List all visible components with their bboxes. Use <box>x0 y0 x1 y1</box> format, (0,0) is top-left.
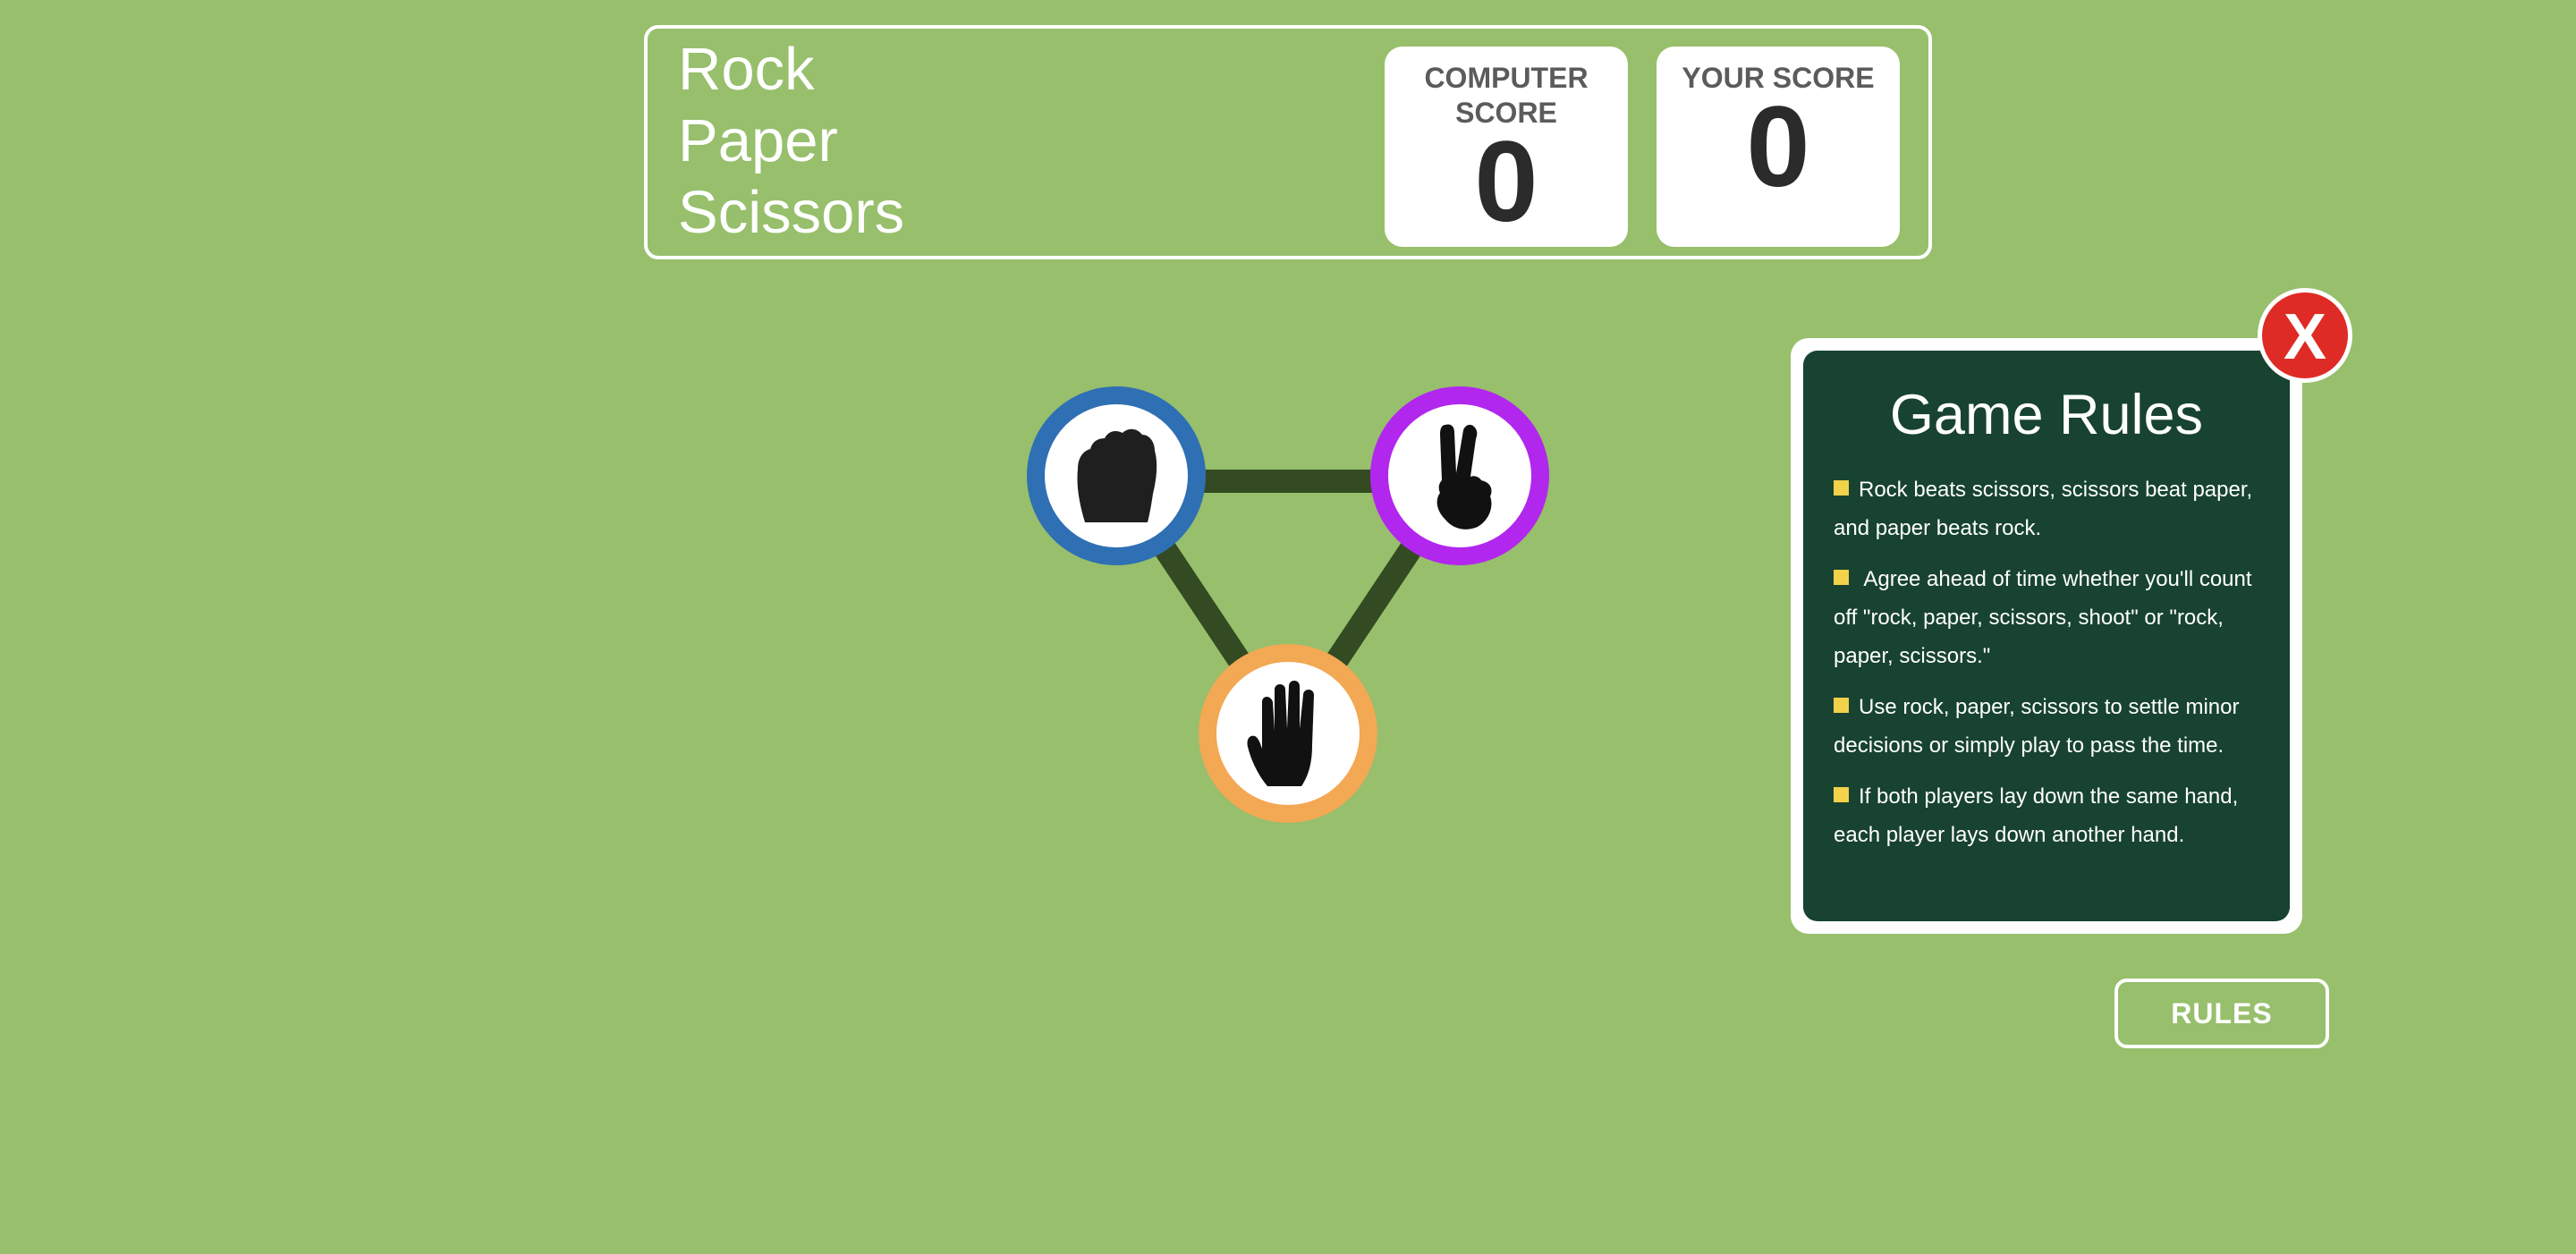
open-hand-icon <box>1247 681 1314 786</box>
scoreboard-header: Rock Paper Scissors COMPUTER SCORE 0 YOU… <box>644 25 1932 259</box>
rules-modal: Game Rules Rock beats scissors, scissors… <box>1791 338 2302 934</box>
user-score-value: 0 <box>1746 83 1810 211</box>
title-line-rock: Rock <box>678 36 815 103</box>
rules-button[interactable]: RULES <box>2114 979 2329 1048</box>
rock-choice-button[interactable] <box>1027 386 1206 565</box>
bullet-square-icon <box>1834 787 1849 802</box>
rule-text: Agree ahead of time whether you'll count… <box>1834 567 2252 668</box>
rules-title: Game Rules <box>1889 384 2204 446</box>
close-rules-button[interactable]: X <box>2258 288 2352 383</box>
rule-item: Agree ahead of time whether you'll count… <box>1834 560 2272 675</box>
rule-item: Use rock, paper, scissors to settle mino… <box>1834 688 2272 765</box>
computer-score-value: 0 <box>1474 118 1538 246</box>
title-line-paper: Paper <box>678 107 838 174</box>
computer-score-card: COMPUTER SCORE 0 <box>1385 47 1628 247</box>
rule-text: If both players lay down the same hand, … <box>1834 784 2239 847</box>
rule-text: Rock beats scissors, scissors beat paper… <box>1834 478 2253 540</box>
user-score-card: YOUR SCORE 0 <box>1657 47 1900 247</box>
rule-item: If both players lay down the same hand, … <box>1834 777 2272 854</box>
victory-hand-icon <box>1436 424 1492 530</box>
bullet-square-icon <box>1834 570 1849 585</box>
close-icon: X <box>2283 301 2327 373</box>
title-line-scissors: Scissors <box>678 179 905 246</box>
paper-choice-button[interactable] <box>1199 644 1377 823</box>
rules-list: Rock beats scissors, scissors beat paper… <box>1803 470 2290 854</box>
rules-modal-content: Game Rules Rock beats scissors, scissors… <box>1803 351 2290 921</box>
bullet-square-icon <box>1834 698 1849 713</box>
scissors-choice-button[interactable] <box>1370 386 1549 565</box>
rule-item: Rock beats scissors, scissors beat paper… <box>1834 470 2272 547</box>
fist-icon <box>1077 428 1157 522</box>
rule-text: Use rock, paper, scissors to settle mino… <box>1834 695 2240 758</box>
game-title: Rock Paper Scissors <box>678 34 904 249</box>
bullet-square-icon <box>1834 480 1849 496</box>
